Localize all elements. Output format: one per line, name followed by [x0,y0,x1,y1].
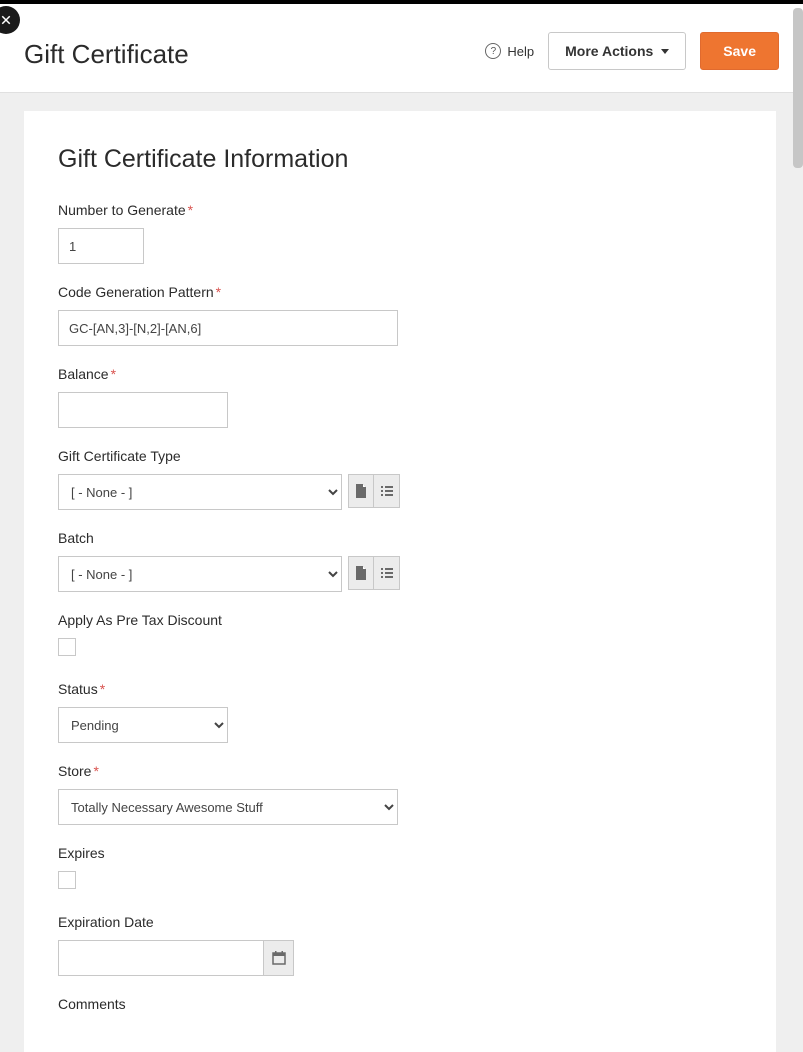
number-to-generate-input[interactable] [58,228,144,264]
list-icon [379,565,395,581]
status-label: Status* [58,681,742,697]
gift-type-list-button[interactable] [374,474,400,508]
chevron-down-icon [661,49,669,54]
code-pattern-label: Code Generation Pattern* [58,284,742,300]
expiration-date-label: Expiration Date [58,914,742,930]
expires-checkbox[interactable] [58,871,76,889]
store-select[interactable]: Totally Necessary Awesome Stuff [58,789,398,825]
status-select[interactable]: Pending [58,707,228,743]
calendar-button[interactable] [264,940,294,976]
close-icon [0,14,12,26]
page-title: Gift Certificate [24,39,189,70]
help-link[interactable]: ? Help [485,43,534,59]
page-add-icon [353,565,369,581]
expires-label: Expires [58,845,742,861]
code-pattern-input[interactable] [58,310,398,346]
apply-pretax-label: Apply As Pre Tax Discount [58,612,742,628]
store-label: Store* [58,763,742,779]
scrollbar-thumb[interactable] [793,8,803,168]
calendar-icon [271,950,287,966]
list-icon [379,483,395,499]
batch-select[interactable]: [ - None - ] [58,556,342,592]
form-panel: Gift Certificate Information Number to G… [24,111,776,1052]
number-to-generate-label: Number to Generate* [58,202,742,218]
balance-input[interactable] [58,392,228,428]
comments-label: Comments [58,996,742,1012]
more-actions-label: More Actions [565,43,653,59]
close-button[interactable] [0,6,20,34]
help-label: Help [507,44,534,59]
batch-label: Batch [58,530,742,546]
gift-type-label: Gift Certificate Type [58,448,742,464]
save-label: Save [723,43,756,59]
save-button[interactable]: Save [700,32,779,70]
batch-new-button[interactable] [348,556,374,590]
gift-type-new-button[interactable] [348,474,374,508]
expiration-date-input[interactable] [58,940,264,976]
more-actions-button[interactable]: More Actions [548,32,686,70]
balance-label: Balance* [58,366,742,382]
gift-type-select[interactable]: [ - None - ] [58,474,342,510]
section-title: Gift Certificate Information [58,145,742,174]
batch-list-button[interactable] [374,556,400,590]
page-add-icon [353,483,369,499]
help-icon: ? [485,43,501,59]
apply-pretax-checkbox[interactable] [58,638,76,656]
page-header: Gift Certificate ? Help More Actions Sav… [0,4,803,93]
